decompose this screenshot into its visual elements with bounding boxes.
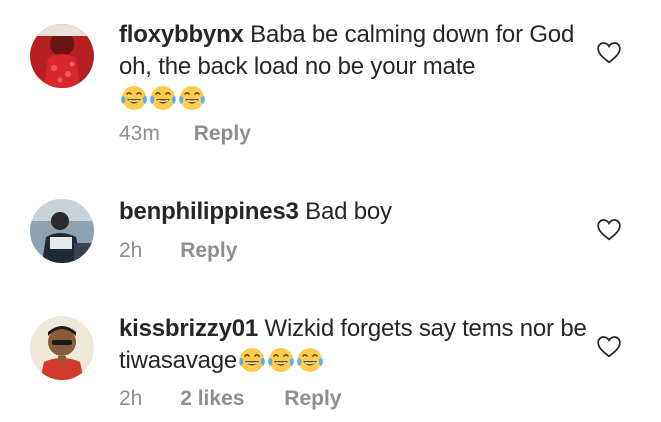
like-count[interactable]: 2 likes bbox=[180, 386, 244, 412]
reply-button[interactable]: Reply bbox=[284, 386, 341, 412]
comment-time: 2h bbox=[119, 387, 143, 410]
comment-message: Bad boy bbox=[305, 198, 392, 225]
comment-text: benphilippines3 Bad boy bbox=[119, 196, 589, 228]
comment-text: kissbrizzy01 Wizkid forgets say tems nor… bbox=[119, 313, 589, 377]
face-with-tears-of-joy-icon bbox=[237, 346, 267, 374]
heart-outline-icon[interactable] bbox=[596, 334, 622, 358]
face-with-tears-of-joy-icon bbox=[295, 346, 325, 374]
face-with-tears-of-joy-icon bbox=[119, 84, 149, 112]
comment-username[interactable]: benphilippines3 bbox=[119, 198, 299, 225]
comment-time: 43m bbox=[119, 122, 160, 145]
face-with-tears-of-joy-icon bbox=[177, 84, 207, 112]
avatar[interactable] bbox=[30, 199, 94, 263]
face-with-tears-of-joy-icon bbox=[148, 84, 178, 112]
reply-button[interactable]: Reply bbox=[194, 121, 251, 147]
comment-time: 2h bbox=[119, 239, 143, 262]
comment-meta: 2h 2 likes Reply bbox=[119, 386, 341, 412]
comment-username[interactable]: floxybbynx bbox=[119, 21, 244, 48]
comment-username[interactable]: kissbrizzy01 bbox=[119, 315, 258, 342]
avatar[interactable] bbox=[30, 24, 94, 88]
reply-button[interactable]: Reply bbox=[180, 238, 237, 264]
heart-outline-icon[interactable] bbox=[596, 40, 622, 64]
comment-meta: 2h Reply bbox=[119, 238, 237, 264]
avatar[interactable] bbox=[30, 316, 94, 380]
heart-outline-icon[interactable] bbox=[596, 217, 622, 241]
comment-meta: 43m Reply bbox=[119, 121, 251, 147]
face-with-tears-of-joy-icon bbox=[266, 346, 296, 374]
comment-text: floxybbynx Baba be calming down for God … bbox=[119, 19, 589, 115]
